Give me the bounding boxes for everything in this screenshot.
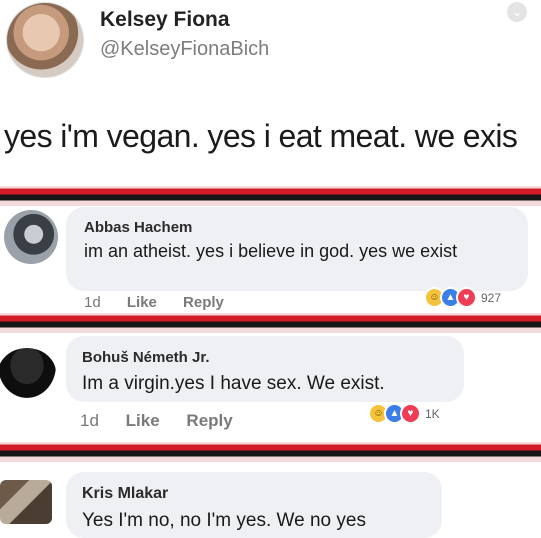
comment-author-name[interactable]: Bohuš Németh Jr. [82,349,210,366]
comment-time: 1d [84,294,101,311]
reaction-count: 1K [425,406,440,421]
comment-text: Yes I'm no, no I'm yes. We no yes [82,510,366,531]
divider [0,313,541,333]
avatar[interactable] [0,348,56,398]
divider [0,186,541,206]
divider [0,442,541,462]
chevron-down-icon[interactable]: ⌄ [507,2,527,22]
avatar[interactable] [6,2,84,78]
like-button[interactable]: Like [127,294,157,311]
tweet-author-name[interactable]: Kelsey Fiona [100,8,230,32]
tweet-header: Kelsey Fiona @KelseyFionaBich ⌄ [0,0,541,90]
reply-button[interactable]: Reply [186,411,232,430]
avatar[interactable] [4,210,58,264]
reaction-count: 927 [481,290,502,305]
avatar[interactable] [0,480,52,524]
love-icon: ♥ [456,287,477,308]
comment-text: Im a virgin.yes I have sex. We exist. [82,373,385,394]
love-icon: ♥ [400,403,421,424]
reaction-summary[interactable]: ☺ ▲ ♥ 1K [368,403,440,424]
comment-meta: 1d Like Reply [80,411,255,431]
comment-time: 1d [80,411,99,430]
comment-text: im an atheist. yes i believe in god. yes… [84,241,458,261]
comment-author-name[interactable]: Kris Mlakar [82,485,168,503]
reply-button[interactable]: Reply [183,294,224,311]
tweet-author-handle[interactable]: @KelseyFionaBich [100,38,269,61]
tweet-text: yes i'm vegan. yes i eat meat. we exis [4,118,518,154]
comment-meta: 1d Like Reply [84,294,246,311]
reaction-summary[interactable]: ☺ ▲ ♥ 927 [424,287,501,308]
like-button[interactable]: Like [126,411,160,430]
comment-author-name[interactable]: Abbas Hachem [84,219,192,236]
